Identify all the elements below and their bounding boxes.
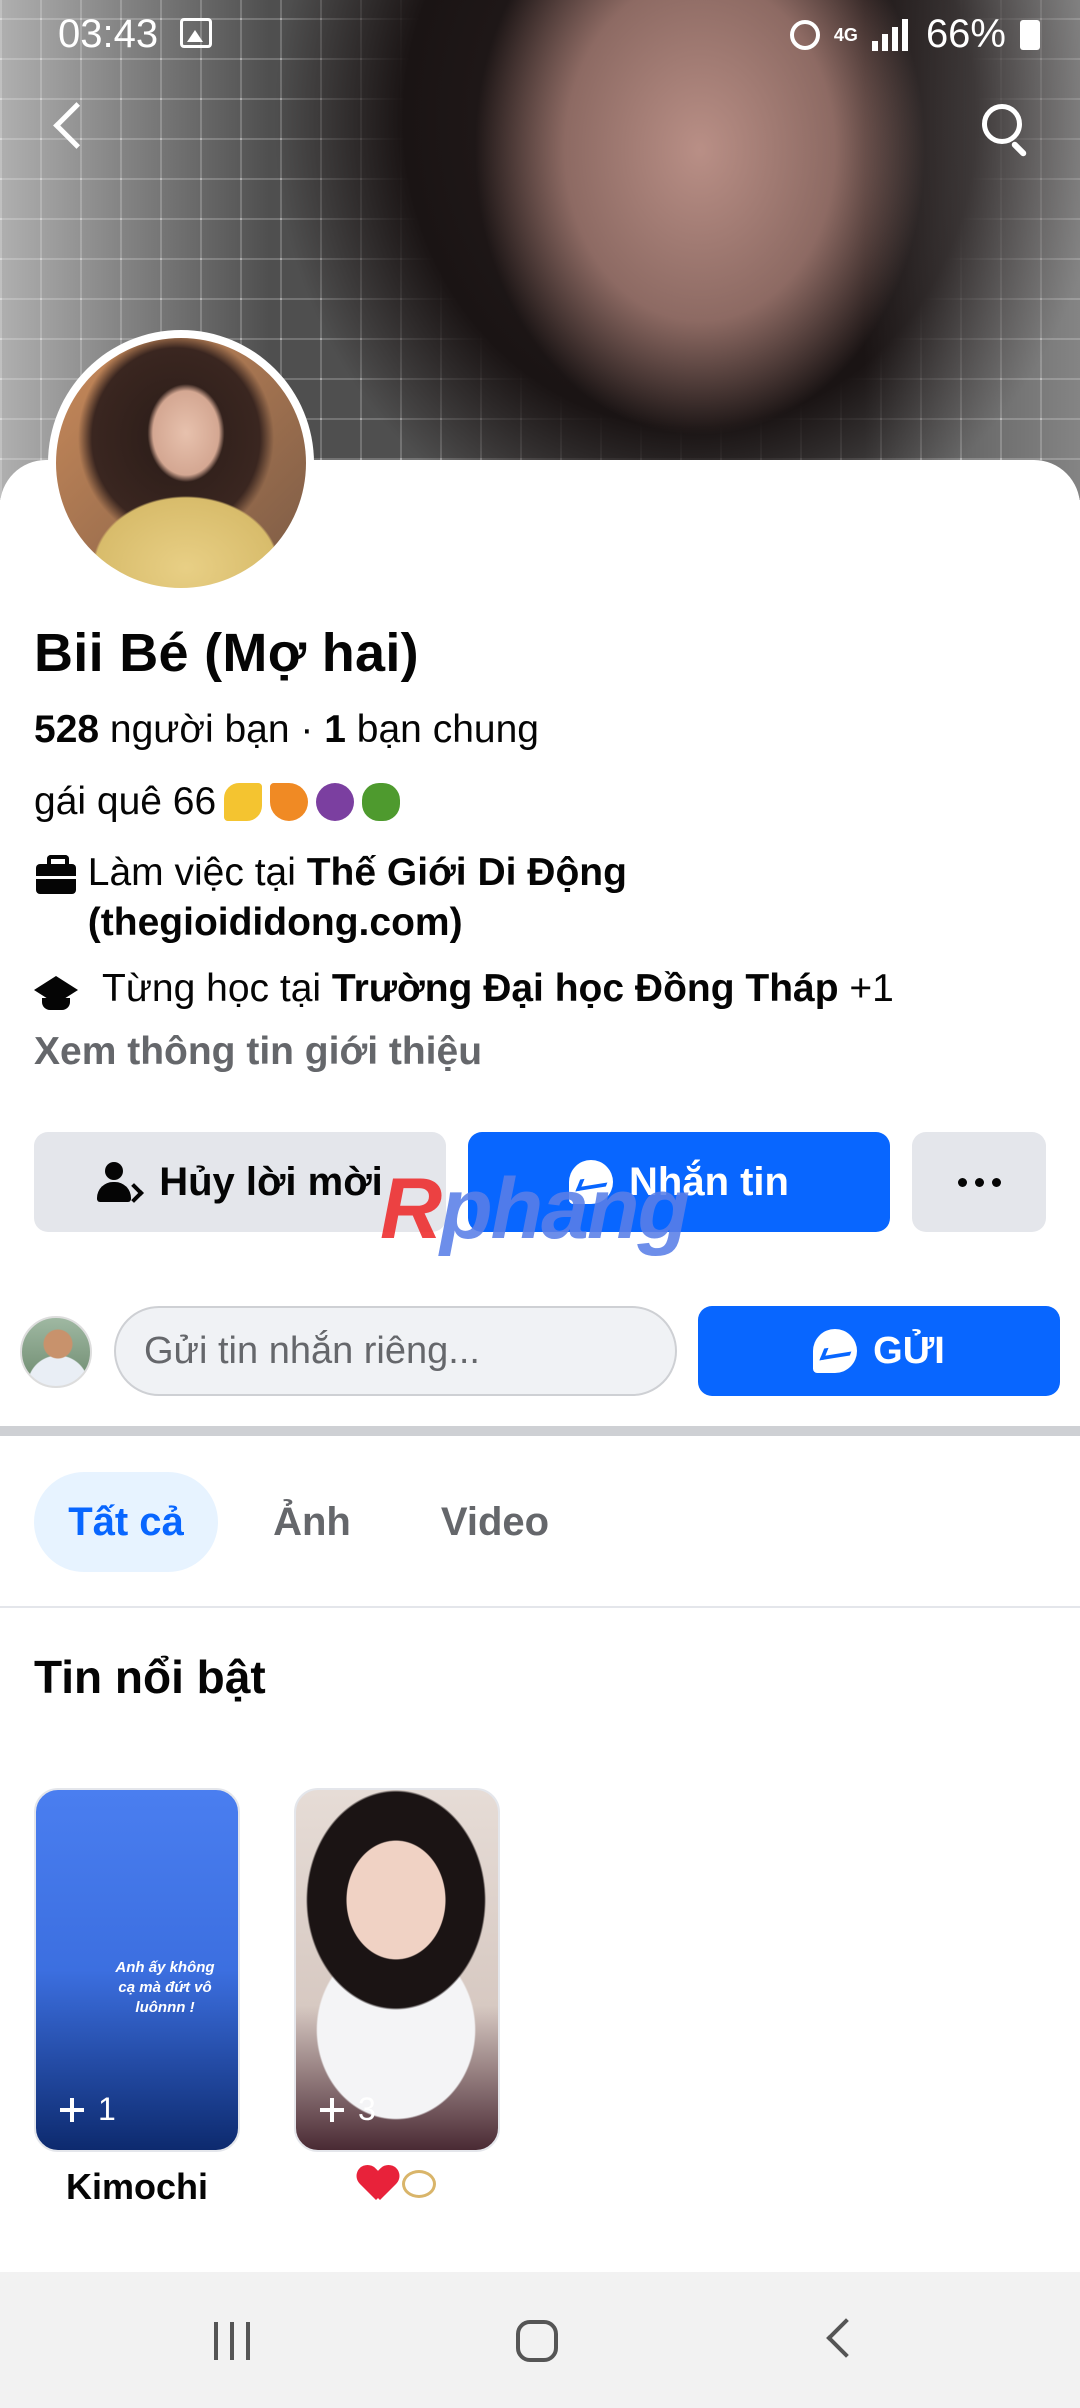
watermark-rest: phang — [440, 1161, 690, 1257]
highlights-title: Tin nổi bật — [34, 1651, 266, 1703]
heart-emoji-icon — [358, 2166, 398, 2202]
work-text: Làm việc tại Thế Giới Di Động (thegioidi… — [88, 848, 714, 948]
battery-text: 66% — [925, 12, 1006, 56]
recent-apps-icon[interactable] — [214, 2322, 250, 2360]
watermark: Rphang — [380, 1160, 690, 1259]
separator: · — [300, 708, 314, 751]
study-text: Từng học tại Trường Đại học Đồng Tháp +1 — [102, 964, 894, 1014]
work-prefix: Làm việc tại — [87, 851, 296, 894]
briefcase-icon — [34, 854, 76, 898]
highlight-count-value: 3 — [358, 2091, 376, 2127]
messenger-icon — [813, 1329, 858, 1373]
tab-photos[interactable]: Ảnh — [256, 1472, 368, 1572]
system-navigation-bar — [0, 2272, 1080, 2408]
gallery-notification-icon — [180, 18, 212, 48]
profile-name: Bii Bé (Mợ hai) — [34, 623, 419, 683]
mutual-label: bạn chung — [356, 708, 539, 751]
highlight-count-value: 1 — [98, 2091, 116, 2127]
plus-icon — [320, 2097, 344, 2122]
thought-bubble-emoji-icon — [402, 2170, 436, 2198]
profile-avatar[interactable] — [48, 330, 314, 596]
private-message-input[interactable]: Gửi tin nhắn riêng... — [114, 1306, 677, 1396]
bio: gái quê 66 — [34, 780, 401, 824]
study-prefix: Từng học tại — [102, 967, 322, 1010]
system-back-icon[interactable] — [826, 2318, 866, 2358]
my-avatar — [20, 1316, 92, 1388]
more-options-button[interactable] — [912, 1132, 1046, 1232]
more-dots-icon — [957, 1177, 1001, 1187]
status-right: 4G 66% — [789, 12, 1040, 57]
watermark-r: R — [380, 1161, 442, 1257]
tabs-divider — [0, 1606, 1080, 1608]
carrot-emoji-icon — [270, 783, 309, 821]
person-arrow-icon — [97, 1160, 145, 1204]
mutual-count: 1 — [324, 708, 346, 751]
signal-icon — [871, 18, 912, 51]
tab-videos[interactable]: Video — [420, 1472, 570, 1572]
highlight-label-emoji — [294, 2166, 500, 2202]
banana-emoji-icon — [224, 783, 263, 821]
cucumber-emoji-icon — [362, 783, 401, 821]
friends-label: người bạn — [109, 708, 290, 751]
home-icon[interactable] — [516, 2320, 558, 2362]
bio-text: gái quê 66 — [34, 780, 217, 823]
graduation-cap-icon — [34, 970, 78, 1014]
send-private-message-button[interactable]: GỬI — [698, 1306, 1060, 1396]
cancel-request-label: Hủy lời mời — [159, 1159, 383, 1204]
highlight-count: 3 — [320, 2091, 376, 2128]
friends-count: 528 — [34, 708, 100, 751]
eggplant-emoji-icon — [316, 783, 355, 821]
status-bar: 03:43 4G 66% — [0, 0, 1080, 70]
friends-summary[interactable]: 528 người bạn · 1 bạn chung — [34, 708, 539, 752]
highlight-overlay-text: Anh ấy không cạ mà đứt vô luônnn ! — [115, 1959, 215, 2016]
highlight-kimochi[interactable]: Anh ấy không cạ mà đứt vô luônnn ! 1 — [34, 1788, 240, 2152]
work-info: Làm việc tại Thế Giới Di Động (thegioidi… — [34, 848, 714, 948]
study-info: Từng học tại Trường Đại học Đồng Tháp +1 — [34, 964, 894, 1014]
alarm-icon — [789, 19, 820, 50]
study-place[interactable]: Trường Đại học Đồng Tháp — [332, 967, 839, 1010]
status-time: 03:43 — [58, 12, 159, 56]
search-icon[interactable] — [978, 100, 1034, 158]
back-arrow-icon[interactable] — [50, 95, 90, 155]
plus-icon — [60, 2097, 84, 2122]
highlight-heart[interactable]: 3 — [294, 1788, 500, 2152]
section-divider — [0, 1426, 1080, 1436]
send-label: GỬI — [873, 1329, 945, 1372]
highlight-label: Kimochi — [65, 2166, 208, 2207]
network-indicator: 4G — [833, 24, 858, 45]
study-extra[interactable]: +1 — [849, 967, 893, 1010]
highlight-count: 1 — [60, 2091, 116, 2128]
see-intro-link[interactable]: Xem thông tin giới thiệu — [34, 1030, 482, 1074]
tab-all[interactable]: Tất cả — [34, 1472, 218, 1572]
battery-icon — [1020, 19, 1040, 50]
